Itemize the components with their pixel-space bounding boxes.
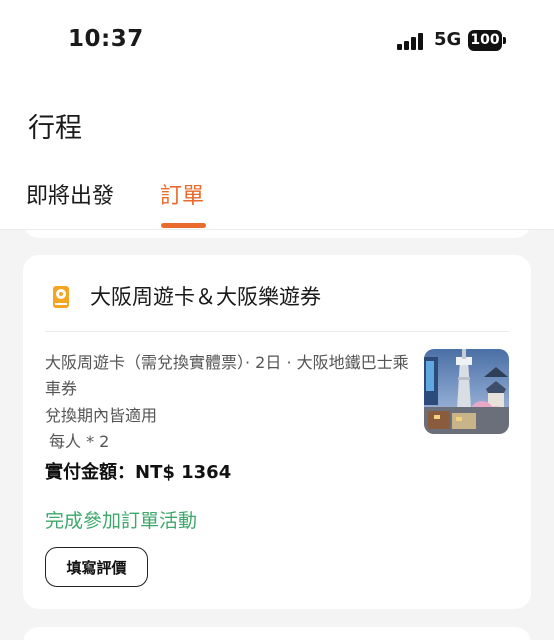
page-title: 行程 — [28, 113, 82, 144]
status-bar: 10:37 5G 100 — [0, 0, 554, 80]
product-thumbnail[interactable] — [424, 349, 509, 434]
orders-list[interactable]: 大阪周遊卡＆大阪樂遊券 大阪周遊卡（需兌換實體票）· 2日 · 大阪地鐵巴士乘車… — [0, 230, 554, 640]
network-type: 5G — [434, 29, 462, 50]
order-persons: 每人 * 2 — [49, 432, 110, 451]
pass-ticket-icon — [53, 286, 69, 308]
write-review-button[interactable]: 填寫評價 — [45, 547, 148, 587]
cellular-signal-icon — [397, 32, 427, 50]
order-description: 大阪周遊卡（需兌換實體票）· 2日 · 大阪地鐵巴士乘車券 — [45, 353, 409, 398]
tab-upcoming[interactable]: 即將出發 — [26, 178, 114, 210]
order-card[interactable]: 大阪周遊卡＆大阪樂遊券 大阪周遊卡（需兌換實體票）· 2日 · 大阪地鐵巴士乘車… — [23, 255, 531, 609]
previous-order-card[interactable] — [23, 230, 531, 238]
active-tab-indicator — [161, 223, 206, 228]
battery-level: 100 — [468, 30, 502, 51]
order-price: 實付金額：NT$ 1364 — [45, 462, 232, 483]
complete-order-activity-link[interactable]: 完成參加訂單活動 — [45, 506, 197, 533]
status-time: 10:37 — [68, 26, 144, 52]
divider — [45, 331, 509, 332]
tab-bar: 即將出發 訂單 — [0, 178, 554, 230]
order-validity: 兌換期內皆適用 — [45, 406, 158, 425]
product-title[interactable]: 大阪周遊卡＆大阪樂遊券 — [90, 281, 321, 311]
next-order-card[interactable] — [23, 627, 531, 640]
battery-icon: 100 — [468, 30, 506, 51]
tab-orders[interactable]: 訂單 — [160, 178, 204, 210]
